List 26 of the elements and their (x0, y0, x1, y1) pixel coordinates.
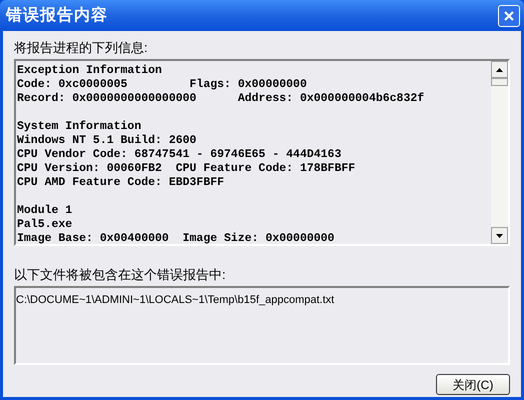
report-line: Code: 0xc0000005 Flags: 0x00000000 (17, 78, 307, 92)
window-title: 错误报告内容 (6, 5, 108, 26)
files-label: 以下文件将被包含在这个错误报告中: (14, 267, 227, 283)
report-label: 将报告进程的下列信息: (14, 40, 149, 56)
close-button[interactable] (498, 4, 520, 26)
report-line: CPU Version: 00060FB2 CPU Feature Code: 178BFBFF (17, 162, 356, 176)
report-line: CPU AMD Feature Code: EBD3FBFF (17, 176, 224, 190)
scroll-down-button[interactable] (491, 227, 508, 244)
close-dialog-button[interactable]: 关闭(C) (436, 374, 510, 395)
scrollbar[interactable] (491, 61, 508, 244)
scroll-thumb[interactable] (491, 78, 508, 86)
up-arrow-icon (496, 68, 503, 72)
report-line: Windows NT 5.1 Build: 2600 (17, 134, 196, 148)
file-path: C:\DOCUME~1\ADMINI~1\LOCALS~1\Temp\b15f_appcompat.txt (16, 293, 334, 307)
report-line: System Information (17, 120, 142, 134)
report-line: Record: 0x0000000000000000 Address: 0x000000004b6c832f (17, 92, 424, 106)
files-text-area[interactable]: C:\DOCUME~1\ADMINI~1\LOCALS~1\Temp\b15f_appcompat.txt (14, 286, 510, 365)
report-text-area[interactable] (14, 59, 510, 246)
report-line: Module 1 (17, 204, 72, 218)
report-line: Image Base: 0x00400000 Image Size: 0x00000000 (17, 232, 334, 246)
down-arrow-icon (496, 234, 503, 238)
report-line: Exception Information (17, 64, 162, 78)
report-line: Pal5.exe (17, 218, 72, 232)
close-icon (503, 10, 515, 22)
scroll-up-button[interactable] (491, 61, 508, 78)
report-line: CPU Vendor Code: 68747541 - 69746E65 - 444D4163 (17, 148, 342, 162)
